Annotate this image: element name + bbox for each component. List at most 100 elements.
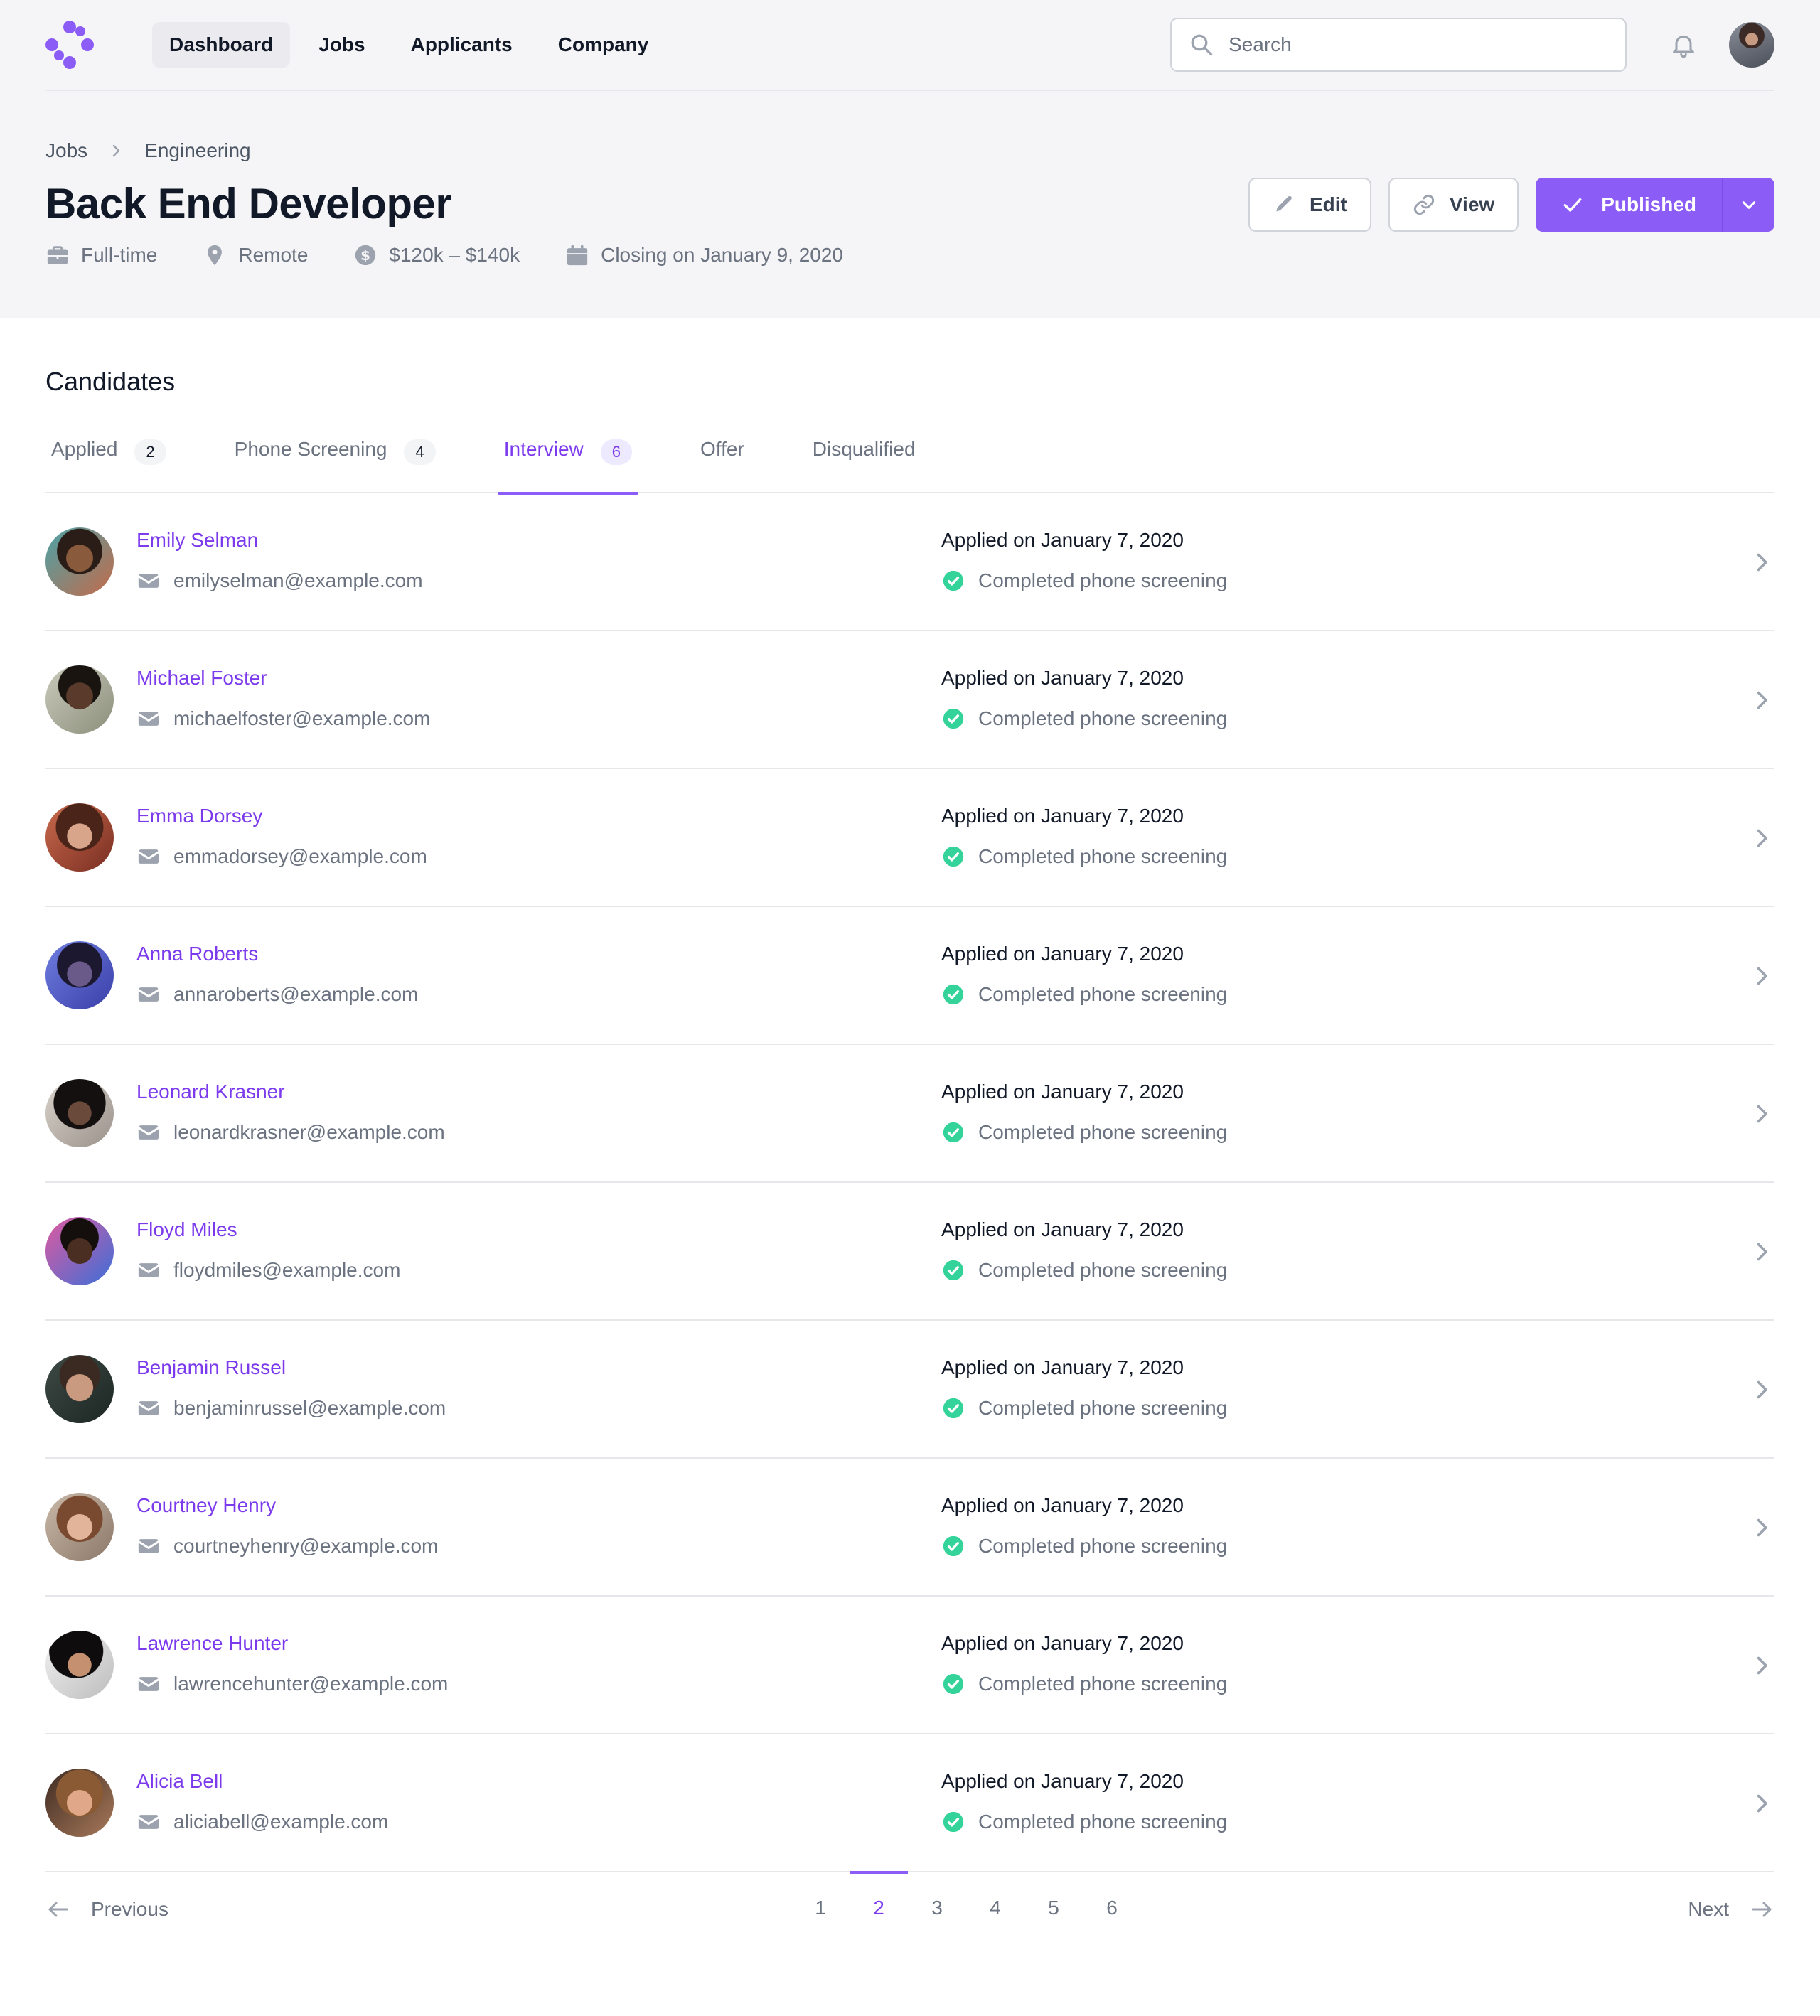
nav-dashboard[interactable]: Dashboard <box>152 22 291 68</box>
candidate-name[interactable]: Michael Foster <box>136 667 267 690</box>
page-3[interactable]: 3 <box>908 1872 966 1943</box>
candidate-email-text: michaelfoster@example.com <box>173 707 431 729</box>
search-icon <box>1191 34 1213 56</box>
page-1[interactable]: 1 <box>791 1872 850 1943</box>
candidate-row[interactable]: Alicia Bell aliciabell@example.com Appli… <box>46 1734 1774 1872</box>
breadcrumb-jobs[interactable]: Jobs <box>46 139 87 162</box>
candidate-email-text: lawrencehunter@example.com <box>173 1673 449 1695</box>
chevron-right-icon <box>107 142 124 159</box>
candidate-row[interactable]: Anna Roberts annaroberts@example.com App… <box>46 907 1774 1045</box>
candidate-avatar <box>46 941 114 1009</box>
candidate-row[interactable]: Leonard Krasner leonardkrasner@example.c… <box>46 1045 1774 1183</box>
nav-applicants[interactable]: Applicants <box>394 22 530 68</box>
candidate-status-text: Completed phone screening <box>978 983 1228 1005</box>
candidate-name[interactable]: Emily Selman <box>136 529 258 552</box>
candidate-name[interactable]: Courtney Henry <box>136 1494 276 1517</box>
candidate-avatar <box>46 1631 114 1699</box>
candidate-status: Completed phone screening <box>941 1810 1227 1834</box>
chevron-right-icon[interactable] <box>1749 1239 1774 1265</box>
calendar-icon <box>567 245 588 266</box>
candidate-email-text: courtneyhenry@example.com <box>173 1535 439 1557</box>
candidate-applied-date: Applied on January 7, 2020 <box>941 667 1184 689</box>
tab-phone-screening[interactable]: Phone Screening 4 <box>229 421 441 493</box>
mail-icon <box>138 1539 159 1553</box>
breadcrumb-engineering[interactable]: Engineering <box>144 139 250 162</box>
chevron-right-icon[interactable] <box>1749 963 1774 989</box>
candidate-status-text: Completed phone screening <box>978 1397 1228 1419</box>
chevron-right-icon[interactable] <box>1749 1515 1774 1540</box>
page-5[interactable]: 5 <box>1024 1872 1083 1943</box>
user-avatar[interactable] <box>1729 22 1774 68</box>
notifications-button[interactable] <box>1666 28 1701 62</box>
candidate-avatar <box>46 665 114 734</box>
tab-label: Offer <box>700 438 744 460</box>
candidate-applied-date: Applied on January 7, 2020 <box>941 1494 1184 1516</box>
job-actions: Edit View Published <box>1248 178 1774 232</box>
search-box[interactable] <box>1170 18 1627 72</box>
chevron-right-icon[interactable] <box>1749 825 1774 851</box>
published-button[interactable]: Published <box>1536 178 1722 232</box>
tab-interview[interactable]: Interview 6 <box>498 421 638 495</box>
mail-icon <box>138 1677 159 1691</box>
search-input[interactable] <box>1228 33 1608 56</box>
candidate-row[interactable]: Benjamin Russel benjaminrussel@example.c… <box>46 1321 1774 1459</box>
tab-applied[interactable]: Applied 2 <box>46 421 172 493</box>
candidate-name[interactable]: Alicia Bell <box>136 1770 223 1793</box>
chevron-right-icon[interactable] <box>1749 549 1774 575</box>
chevron-right-icon[interactable] <box>1749 1653 1774 1678</box>
candidate-email-text: emilyselman@example.com <box>173 569 423 591</box>
bell-icon <box>1673 35 1694 58</box>
candidate-status-text: Completed phone screening <box>978 707 1228 729</box>
nav-jobs[interactable]: Jobs <box>301 22 382 68</box>
candidate-row[interactable]: Michael Foster michaelfoster@example.com… <box>46 631 1774 769</box>
candidate-name[interactable]: Floyd Miles <box>136 1218 237 1241</box>
previous-button[interactable]: Previous <box>46 1897 168 1922</box>
check-circle-icon <box>943 1122 964 1143</box>
chevron-right-icon[interactable] <box>1749 1791 1774 1816</box>
page-6[interactable]: 6 <box>1083 1872 1141 1943</box>
candidate-avatar <box>46 1079 114 1147</box>
view-button-label: View <box>1449 193 1495 215</box>
edit-button[interactable]: Edit <box>1248 178 1371 232</box>
tab-disqualified[interactable]: Disqualified <box>807 421 921 493</box>
tab-label: Phone Screening <box>234 438 387 460</box>
mail-icon <box>138 712 159 726</box>
tab-offer[interactable]: Offer <box>695 421 750 493</box>
candidate-row[interactable]: Emily Selman emilyselman@example.com App… <box>46 493 1774 631</box>
candidate-email: leonardkrasner@example.com <box>136 1120 445 1144</box>
candidate-status-text: Completed phone screening <box>978 569 1228 591</box>
candidate-avatar <box>46 1769 114 1837</box>
view-button[interactable]: View <box>1388 178 1519 232</box>
candidate-status: Completed phone screening <box>941 1258 1227 1282</box>
arrow-right-icon <box>1752 1902 1772 1917</box>
job-meta: Full-time Remote $ $120k – $140k Closing… <box>46 243 889 267</box>
next-label: Next <box>1688 1898 1729 1920</box>
page-2[interactable]: 2 <box>850 1871 908 1943</box>
check-circle-icon <box>943 1398 964 1419</box>
chevron-right-icon[interactable] <box>1749 687 1774 713</box>
check-circle-icon <box>943 1535 964 1557</box>
meta-closing: Closing on January 9, 2020 <box>565 243 843 267</box>
candidate-name[interactable]: Anna Roberts <box>136 943 258 965</box>
currency-icon: $ <box>355 245 376 266</box>
candidate-name[interactable]: Emma Dorsey <box>136 805 262 827</box>
navbar: Dashboard Jobs Applicants Company <box>46 0 1774 91</box>
page-4[interactable]: 4 <box>966 1872 1024 1943</box>
publish-dropdown-button[interactable] <box>1722 178 1774 232</box>
candidate-name[interactable]: Lawrence Hunter <box>136 1632 288 1655</box>
chevron-right-icon[interactable] <box>1749 1377 1774 1403</box>
edit-button-label: Edit <box>1310 193 1347 215</box>
candidate-row[interactable]: Floyd Miles floydmiles@example.com Appli… <box>46 1183 1774 1321</box>
candidate-row[interactable]: Emma Dorsey emmadorsey@example.com Appli… <box>46 769 1774 907</box>
candidate-email: courtneyhenry@example.com <box>136 1534 438 1558</box>
chevron-right-icon[interactable] <box>1749 1101 1774 1127</box>
nav-company[interactable]: Company <box>541 22 666 68</box>
logo-icon[interactable] <box>46 21 94 69</box>
candidate-name[interactable]: Benjamin Russel <box>136 1356 286 1379</box>
candidate-email-text: leonardkrasner@example.com <box>173 1121 445 1143</box>
next-button[interactable]: Next <box>1688 1897 1774 1922</box>
candidate-row[interactable]: Courtney Henry courtneyhenry@example.com… <box>46 1459 1774 1597</box>
nav-links: Dashboard Jobs Applicants Company <box>152 22 665 68</box>
candidate-name[interactable]: Leonard Krasner <box>136 1081 285 1103</box>
candidate-row[interactable]: Lawrence Hunter lawrencehunter@example.c… <box>46 1597 1774 1734</box>
